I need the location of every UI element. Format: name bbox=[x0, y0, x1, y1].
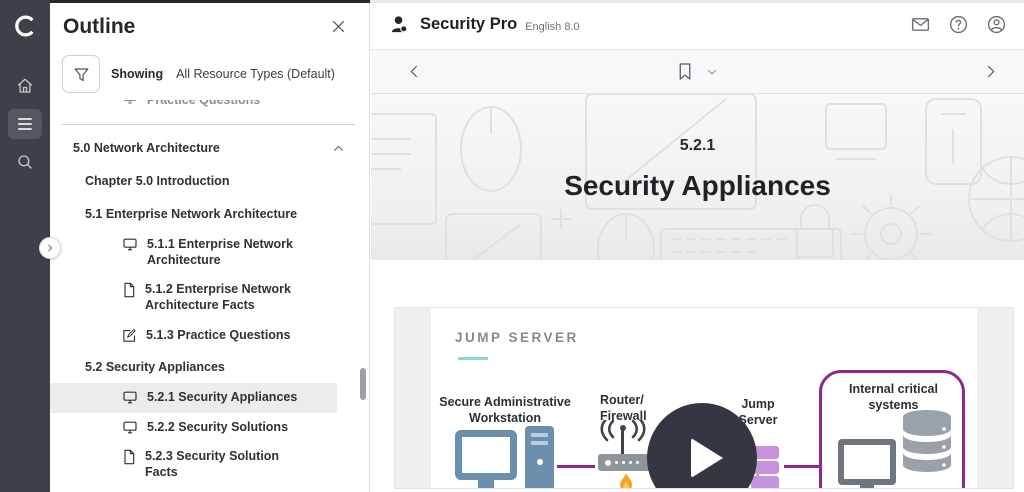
account-button[interactable] bbox=[986, 14, 1007, 35]
monitor-icon bbox=[122, 237, 138, 252]
course-header: Security Pro English 8.0 bbox=[371, 0, 1024, 50]
main-area: Security Pro English 8.0 bbox=[371, 0, 1024, 492]
video-player[interactable]: JUMP SERVER Secure Administrative Workst… bbox=[394, 307, 1014, 489]
course-title: Security Pro bbox=[420, 15, 517, 34]
outline-tree: 5.0 Network Architecture Chapter 5.0 Int… bbox=[50, 127, 369, 492]
outline-menu-button[interactable] bbox=[8, 109, 42, 139]
edit-icon bbox=[122, 328, 137, 343]
chevron-right-icon bbox=[983, 64, 998, 79]
search-icon bbox=[16, 153, 34, 171]
connection-line bbox=[557, 465, 595, 468]
tree-item-label: 5.2.1 Security Appliances bbox=[147, 390, 297, 406]
bookmark-button[interactable] bbox=[677, 62, 693, 81]
brand-logo-c[interactable] bbox=[0, 13, 50, 39]
workstation-monitor-stand bbox=[478, 480, 494, 489]
monitor-icon bbox=[122, 100, 138, 105]
tree-item-chapter-intro[interactable]: Chapter 5.0 Introduction bbox=[50, 164, 369, 197]
monitor-icon bbox=[122, 390, 138, 405]
outline-divider bbox=[62, 124, 355, 125]
home-icon bbox=[16, 77, 34, 95]
tree-item-5-2-2[interactable]: 5.2.2 Security Solutions bbox=[50, 413, 369, 443]
workstation-tower-icon bbox=[525, 426, 554, 489]
tree-item-label: 5.1.3 Practice Questions bbox=[146, 328, 291, 344]
filter-showing-label: Showing bbox=[111, 67, 163, 81]
close-icon bbox=[330, 18, 347, 35]
course-edition: English 8.0 bbox=[525, 17, 579, 33]
chevron-down-icon bbox=[706, 66, 718, 78]
tree-item-label: 5.0 Network Architecture bbox=[73, 141, 220, 155]
c-logo-icon bbox=[12, 13, 38, 39]
tree-item-5-1[interactable]: 5.1 Enterprise Network Architecture bbox=[50, 197, 369, 230]
outline-panel: Outline Showing All Resource Types (Defa… bbox=[50, 0, 370, 492]
tree-item-label: 5.2 Security Appliances bbox=[85, 360, 225, 374]
help-button[interactable] bbox=[948, 14, 969, 35]
tree-section-5-0[interactable]: 5.0 Network Architecture bbox=[50, 127, 369, 164]
tree-item-5-2-1[interactable]: 5.2.1 Security Appliances bbox=[50, 383, 337, 413]
clipped-tree-row[interactable]: Practice Questions bbox=[50, 100, 369, 114]
internal-monitor-stand bbox=[860, 485, 874, 489]
bookmark-icon bbox=[677, 62, 693, 81]
internal-monitor-icon bbox=[838, 439, 896, 485]
home-button[interactable] bbox=[8, 71, 42, 101]
slide-title: JUMP SERVER bbox=[455, 330, 579, 345]
messages-button[interactable] bbox=[910, 14, 931, 35]
lesson-banner: 5.2.1 Security Appliances bbox=[371, 94, 1024, 260]
tree-item-label: Practice Questions bbox=[147, 100, 260, 107]
tree-item-5-1-2[interactable]: 5.1.2 Enterprise Network Architecture Fa… bbox=[50, 275, 369, 320]
connection-line bbox=[784, 465, 820, 468]
filter-funnel-icon bbox=[72, 65, 91, 84]
tree-item-5-2[interactable]: 5.2 Security Appliances bbox=[50, 350, 369, 383]
mail-icon bbox=[910, 14, 931, 35]
main-top-strip bbox=[370, 0, 1024, 3]
panel-top-strip bbox=[50, 0, 370, 3]
document-icon bbox=[122, 282, 136, 298]
account-icon bbox=[986, 14, 1007, 35]
firewall-flame-icon bbox=[616, 473, 636, 489]
lesson-toolbar bbox=[371, 50, 1024, 94]
menu-icon bbox=[18, 118, 32, 130]
tree-item-5-2-4[interactable]: 5.2.4 Security Zones bbox=[50, 488, 369, 492]
help-icon bbox=[948, 14, 969, 35]
tree-item-5-1-1[interactable]: 5.1.1 Enterprise Network Architecture bbox=[50, 230, 369, 275]
slide-title-underline bbox=[458, 357, 488, 360]
tree-item-label: 5.1.1 Enterprise Network Architecture bbox=[147, 237, 305, 268]
tree-item-5-2-3[interactable]: 5.2.3 Security Solution Facts bbox=[50, 442, 369, 487]
document-icon bbox=[122, 449, 136, 465]
lesson-title: Security Appliances bbox=[371, 170, 1024, 202]
workstation-label: Secure Administrative Workstation bbox=[425, 394, 585, 427]
tree-item-5-1-3[interactable]: 5.1.3 Practice Questions bbox=[50, 321, 369, 351]
bookmark-menu-button[interactable] bbox=[706, 66, 718, 78]
chevron-right-icon bbox=[45, 243, 55, 253]
filter-value: All Resource Types (Default) bbox=[176, 67, 335, 81]
outline-scrollbar[interactable] bbox=[360, 368, 366, 400]
lesson-content: JUMP SERVER Secure Administrative Workst… bbox=[371, 260, 1024, 489]
play-icon bbox=[691, 438, 723, 478]
chevron-up-icon[interactable] bbox=[332, 142, 345, 155]
tree-item-label: 5.1.2 Enterprise Network Architecture Fa… bbox=[145, 282, 303, 313]
tree-item-label: 5.2.3 Security Solution Facts bbox=[145, 449, 303, 480]
router-pole bbox=[621, 426, 624, 456]
next-lesson-button[interactable] bbox=[983, 64, 998, 79]
tree-item-label: 5.1 Enterprise Network Architecture bbox=[85, 207, 297, 221]
database-icon bbox=[900, 409, 954, 477]
lesson-number: 5.2.1 bbox=[371, 137, 1024, 155]
internal-systems-zone: Internal critical systems bbox=[819, 370, 965, 489]
tree-item-label: 5.2.2 Security Solutions bbox=[147, 420, 288, 436]
filter-button[interactable] bbox=[62, 55, 100, 93]
user-icon bbox=[388, 13, 411, 36]
tree-item-label: Chapter 5.0 Introduction bbox=[85, 174, 229, 188]
outline-title: Outline bbox=[63, 15, 135, 39]
workstation-monitor-icon bbox=[455, 430, 517, 480]
panel-collapse-handle[interactable] bbox=[39, 237, 61, 259]
search-button[interactable] bbox=[8, 147, 42, 177]
close-outline-button[interactable] bbox=[330, 18, 347, 40]
monitor-icon bbox=[122, 420, 138, 435]
router-icon bbox=[598, 454, 652, 471]
